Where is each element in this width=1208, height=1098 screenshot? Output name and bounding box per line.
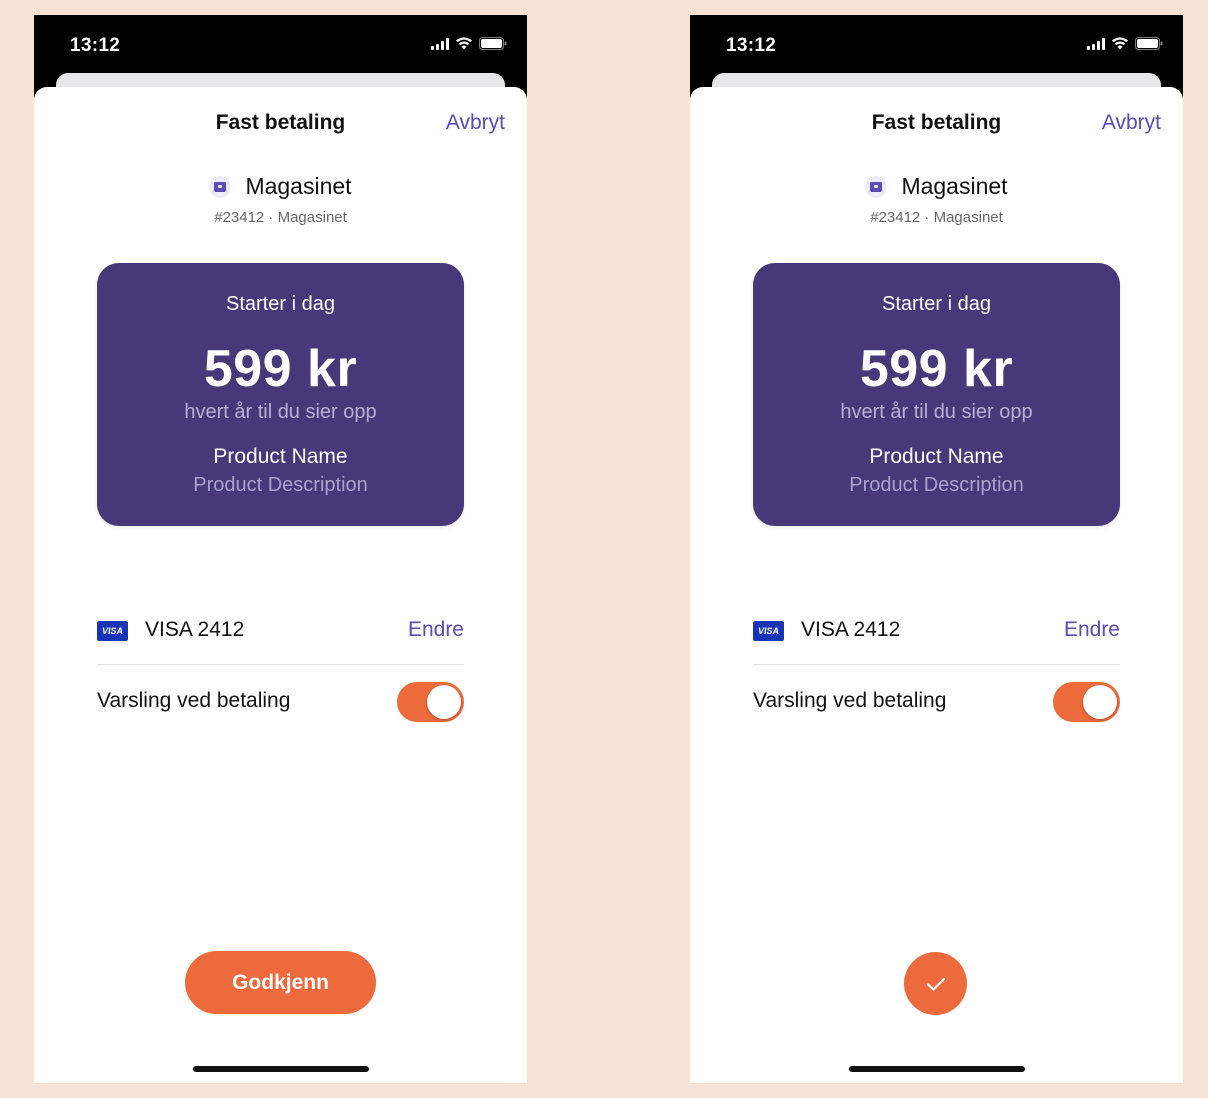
merchant-subtitle: #23412 · Magasinet: [214, 209, 347, 226]
billing-interval: hvert år til du sier opp: [840, 401, 1033, 423]
merchant-info: Magasinet #23412 · Magasinet: [34, 173, 527, 226]
price-card: Starter i dag 599 kr hvert år til du sie…: [97, 263, 464, 526]
start-label: Starter i dag: [882, 293, 991, 315]
status-time: 13:12: [726, 35, 777, 56]
price-amount: 599 kr: [203, 340, 358, 398]
card-label: VISA 2412: [145, 618, 245, 641]
change-card-button[interactable]: Endre: [408, 618, 464, 642]
price-amount: 599 kr: [859, 340, 1014, 398]
approve-button[interactable]: Godkjenn: [185, 951, 376, 1014]
visa-card-icon: VISA: [97, 621, 128, 641]
toggle-knob: [427, 685, 461, 719]
payment-method-row: VISA VISA 2412 Endre: [753, 618, 1120, 648]
divider: [97, 664, 464, 665]
divider: [753, 664, 1120, 665]
payment-method-row: VISA VISA 2412 Endre: [97, 618, 464, 648]
sheet-header: Fast betaling Avbryt: [34, 111, 527, 139]
merchant-info: Magasinet #23412 · Magasinet: [690, 173, 1183, 226]
notification-label: Varsling ved betaling: [97, 689, 291, 712]
cancel-button[interactable]: Avbryt: [1102, 111, 1161, 135]
visa-card-icon: VISA: [753, 621, 784, 641]
product-description: Product Description: [849, 474, 1024, 496]
toggle-knob: [1083, 685, 1117, 719]
merchant-subtitle: #23412 · Magasinet: [870, 209, 1003, 226]
notification-label: Varsling ved betaling: [753, 689, 947, 712]
notification-row: Varsling ved betaling: [97, 682, 464, 722]
product-description: Product Description: [193, 474, 368, 496]
merchant-name: Magasinet: [901, 173, 1008, 199]
phone-screen-before: 13:12 Fast betaling Avbryt Magasinet #23…: [34, 15, 527, 1083]
wifi-icon: [455, 37, 473, 50]
wifi-icon: [1111, 37, 1129, 50]
approved-checkmark-button[interactable]: [904, 952, 967, 1015]
start-label: Starter i dag: [226, 293, 335, 315]
payment-sheet: Fast betaling Avbryt Magasinet #23412 · …: [34, 87, 527, 1083]
product-name: Product Name: [869, 445, 1004, 468]
checkmark-icon: [926, 977, 945, 991]
card-label: VISA 2412: [801, 618, 901, 641]
battery-icon: [1135, 37, 1163, 50]
merchant-icon: [209, 175, 232, 198]
status-bar: 13:12: [690, 15, 1183, 75]
notification-toggle[interactable]: [397, 682, 464, 722]
notification-toggle[interactable]: [1053, 682, 1120, 722]
battery-icon: [479, 37, 507, 50]
product-name: Product Name: [213, 445, 348, 468]
merchant-icon: [865, 175, 888, 198]
merchant-name: Magasinet: [245, 173, 352, 199]
payment-sheet: Fast betaling Avbryt Magasinet #23412 · …: [690, 87, 1183, 1083]
status-bar: 13:12: [34, 15, 527, 75]
billing-interval: hvert år til du sier opp: [184, 401, 377, 423]
cellular-signal-icon: [1087, 37, 1105, 50]
cancel-button[interactable]: Avbryt: [446, 111, 505, 135]
change-card-button[interactable]: Endre: [1064, 618, 1120, 642]
price-card: Starter i dag 599 kr hvert år til du sie…: [753, 263, 1120, 526]
notification-row: Varsling ved betaling: [753, 682, 1120, 722]
cellular-signal-icon: [431, 37, 449, 50]
status-time: 13:12: [70, 35, 121, 56]
sheet-header: Fast betaling Avbryt: [690, 111, 1183, 139]
home-indicator[interactable]: [849, 1066, 1025, 1072]
phone-screen-after: 13:12 Fast betaling Avbryt Magasinet #23…: [690, 15, 1183, 1083]
home-indicator[interactable]: [193, 1066, 369, 1072]
